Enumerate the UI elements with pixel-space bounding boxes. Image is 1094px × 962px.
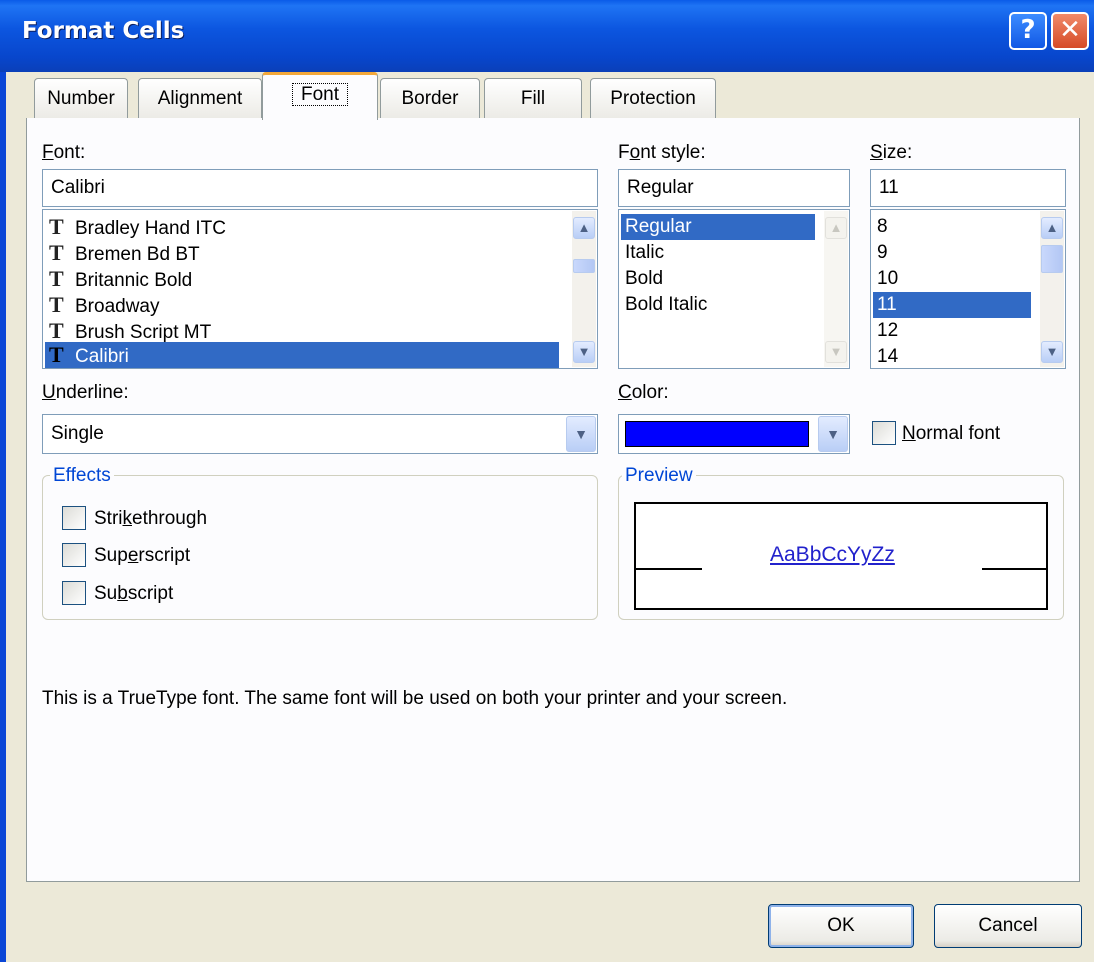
- color-swatch: [625, 421, 809, 447]
- truetype-icon: T: [49, 342, 64, 367]
- font-style-label: Font style:: [618, 142, 706, 163]
- list-item[interactable]: 12: [873, 318, 898, 344]
- size-input[interactable]: 11: [870, 169, 1066, 207]
- close-icon: ✕: [1059, 15, 1081, 45]
- underline-value: Single: [51, 423, 104, 444]
- tab-border[interactable]: Border: [380, 78, 480, 118]
- list-item[interactable]: Bold Italic: [621, 292, 707, 318]
- underline-select[interactable]: Single ▼: [42, 414, 598, 454]
- font-style-scrollbar: ▲ ▼: [824, 211, 848, 367]
- font-name-input[interactable]: Calibri: [42, 169, 598, 207]
- tab-alignment[interactable]: Alignment: [138, 78, 262, 118]
- superscript-label[interactable]: Superscript: [94, 545, 190, 567]
- preview-baseline-left: [636, 568, 702, 570]
- truetype-icon: T: [49, 318, 64, 343]
- preview-baseline-right: [982, 568, 1046, 570]
- chevron-down-icon[interactable]: ▼: [566, 416, 596, 452]
- font-style-list[interactable]: Regular Italic Bold Bold Italic ▲ ▼: [618, 209, 850, 369]
- size-list-scrollbar[interactable]: ▲ ▼: [1040, 211, 1064, 367]
- tab-number[interactable]: Number: [34, 78, 128, 118]
- truetype-icon: T: [49, 240, 64, 265]
- list-item[interactable]: 14: [873, 344, 898, 368]
- normal-font-checkbox[interactable]: [872, 421, 896, 445]
- size-label: Size:: [870, 142, 913, 163]
- chevron-down-icon[interactable]: ▼: [818, 416, 848, 452]
- subscript-label[interactable]: Subscript: [94, 583, 173, 605]
- dialog-title: Format Cells: [22, 18, 185, 44]
- truetype-info-text: This is a TrueType font. The same font w…: [42, 688, 788, 709]
- title-bar[interactable]: Format Cells ? ✕: [0, 0, 1094, 72]
- scroll-up-icon[interactable]: ▲: [1041, 217, 1063, 239]
- cancel-button[interactable]: Cancel: [934, 904, 1082, 948]
- scroll-down-icon: ▼: [825, 341, 847, 363]
- underline-label: Underline:: [42, 382, 129, 403]
- ok-button[interactable]: OK: [768, 904, 914, 948]
- size-list[interactable]: 8 9 10 11 12 14 ▲ ▼: [870, 209, 1066, 369]
- truetype-icon: T: [49, 266, 64, 291]
- scroll-up-icon: ▲: [825, 217, 847, 239]
- list-item[interactable]: Italic: [621, 240, 664, 266]
- truetype-icon: T: [49, 292, 64, 317]
- tab-font[interactable]: Font: [262, 72, 378, 120]
- list-item[interactable]: 10: [873, 266, 898, 292]
- list-item[interactable]: Bold: [621, 266, 663, 292]
- preview-title: Preview: [622, 465, 696, 487]
- list-item[interactable]: T Bradley Hand ITC: [45, 214, 226, 240]
- scroll-thumb[interactable]: [573, 259, 595, 273]
- scroll-up-icon[interactable]: ▲: [573, 217, 595, 239]
- superscript-checkbox[interactable]: [62, 543, 86, 567]
- truetype-icon: T: [49, 214, 64, 239]
- scroll-down-icon[interactable]: ▼: [573, 341, 595, 363]
- normal-font-label[interactable]: Normal font: [902, 423, 1000, 445]
- list-item-selected[interactable]: 11: [873, 292, 1031, 318]
- list-item[interactable]: T Broadway: [45, 292, 160, 318]
- list-item[interactable]: T Bremen Bd BT: [45, 240, 200, 266]
- strikethrough-label[interactable]: Strikethrough: [94, 508, 207, 530]
- close-button[interactable]: ✕: [1051, 12, 1089, 50]
- list-item-selected[interactable]: T Calibri: [45, 342, 559, 368]
- list-item[interactable]: 9: [873, 240, 888, 266]
- preview-sample-text: AaBbCcYyZz: [770, 543, 895, 566]
- list-item[interactable]: T Brush Script MT: [45, 318, 211, 344]
- effects-title: Effects: [50, 465, 114, 487]
- tab-font-label: Font: [291, 83, 349, 106]
- window-border: [0, 72, 6, 962]
- font-list-scrollbar[interactable]: ▲ ▼: [572, 211, 596, 367]
- help-button[interactable]: ?: [1009, 12, 1047, 50]
- list-item[interactable]: 8: [873, 214, 888, 240]
- scroll-thumb[interactable]: [1041, 245, 1063, 273]
- color-label: Color:: [618, 382, 669, 403]
- font-list[interactable]: T Bradley Hand ITC T Bremen Bd BT T Britann…: [42, 209, 598, 369]
- strikethrough-checkbox[interactable]: [62, 506, 86, 530]
- list-item-selected[interactable]: Regular: [621, 214, 815, 240]
- scroll-down-icon[interactable]: ▼: [1041, 341, 1063, 363]
- subscript-checkbox[interactable]: [62, 581, 86, 605]
- color-select[interactable]: ▼: [618, 414, 850, 454]
- font-style-input[interactable]: Regular: [618, 169, 850, 207]
- format-cells-dialog: Format Cells ? ✕ Number Alignment Font B…: [0, 0, 1094, 962]
- list-item[interactable]: T Britannic Bold: [45, 266, 192, 292]
- font-label: Font:: [42, 142, 86, 163]
- tab-fill[interactable]: Fill: [484, 78, 582, 118]
- tab-protection[interactable]: Protection: [590, 78, 716, 118]
